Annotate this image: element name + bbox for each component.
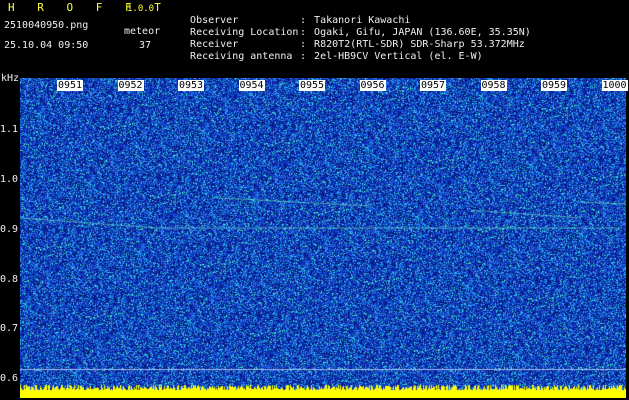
info-row-antenna: Receiving antenna:2el-HB9CV Vertical (el…: [178, 39, 483, 63]
x-tick-label: 0956: [359, 80, 386, 91]
meteor-label: meteor: [124, 26, 161, 37]
y-tick-label: 0.7: [0, 323, 19, 334]
meteor-count: 37: [139, 40, 152, 51]
x-tick-label: 0954: [238, 80, 265, 91]
x-tick-label: 0959: [541, 80, 568, 91]
x-tick-label: 1000: [601, 80, 628, 91]
x-tick-label: 0957: [420, 80, 447, 91]
y-tick-label: 1.0: [0, 174, 19, 185]
spectrogram-canvas: [20, 78, 626, 398]
y-axis-unit: kHz: [1, 73, 20, 84]
info-value: 2el-HB9CV Vertical (el. E-W): [314, 51, 483, 62]
file-name: 2510040950.png: [4, 20, 89, 31]
info-separator: :: [300, 51, 307, 62]
info-label: Receiving antenna: [190, 51, 293, 62]
spectrogram: [20, 78, 626, 398]
y-tick-label: 0.8: [0, 274, 19, 285]
app-version: 1.0.0: [127, 4, 155, 14]
y-tick-label: 0.6: [0, 373, 19, 384]
x-tick-label: 0952: [117, 80, 144, 91]
datetime: 25.10.04 09:50: [4, 40, 89, 51]
y-tick-label: 0.9: [0, 224, 19, 235]
x-tick-label: 0955: [299, 80, 326, 91]
x-tick-label: 0953: [178, 80, 205, 91]
x-tick-label: 0958: [480, 80, 507, 91]
y-tick-label: 1.1: [0, 124, 19, 135]
x-tick-label: 0951: [57, 80, 84, 91]
